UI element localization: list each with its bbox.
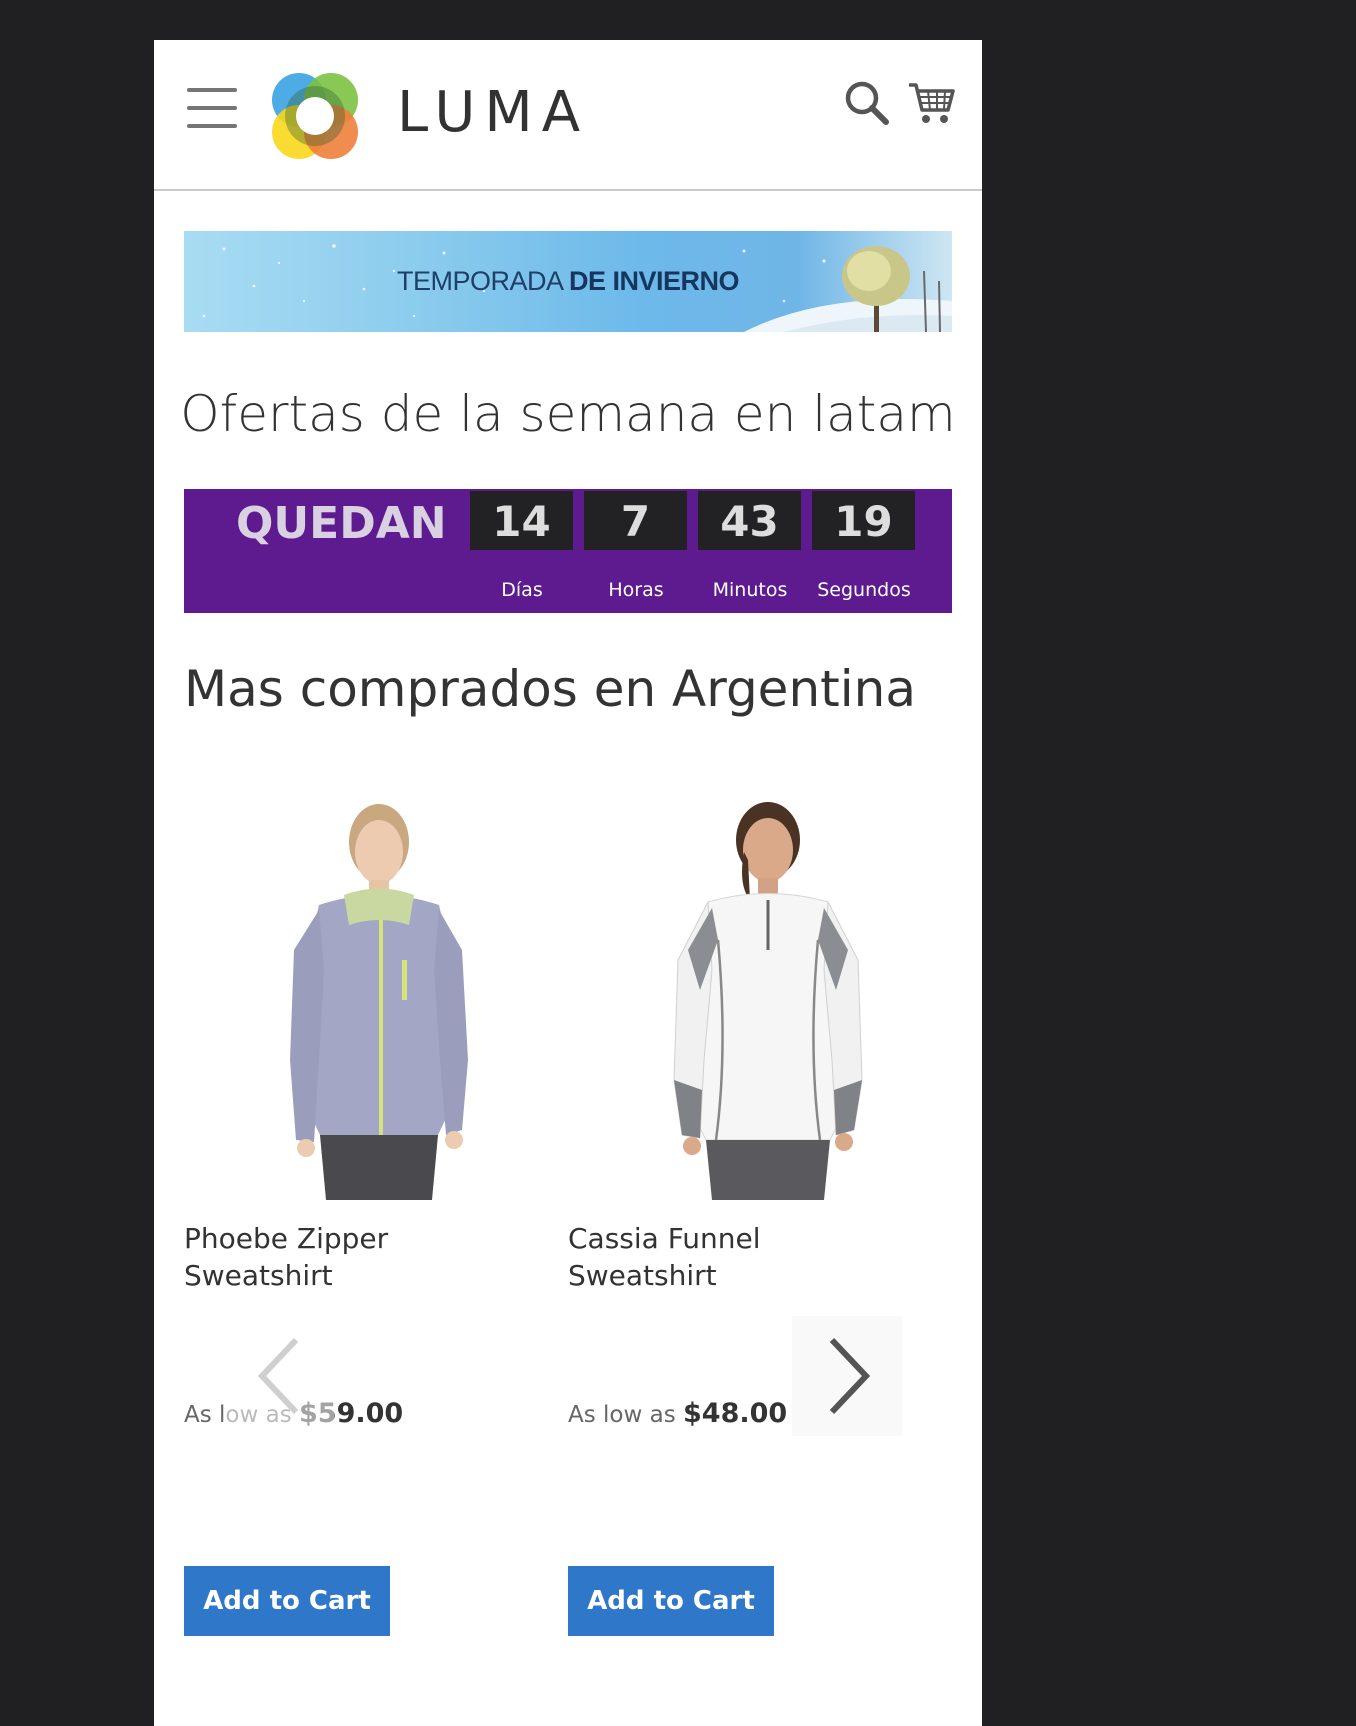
product-name[interactable]: Phoebe Zipper Sweatshirt [184,1220,514,1294]
product-image-cassia-sweatshirt[interactable] [608,790,928,1200]
product-name[interactable]: Cassia Funnel Sweatshirt [568,1220,898,1294]
best-sellers-title: Mas comprados en Argentina [184,660,916,718]
countdown-hours-label: Horas [608,579,664,601]
product-price: As low as $48.00 [568,1398,788,1429]
cart-icon[interactable] [907,80,955,126]
countdown-days-value: 14 [470,491,573,550]
countdown-seconds-label: Segundos [817,579,911,601]
product-card: Phoebe Zipper Sweatshirt As low as $59.0… [184,790,534,1640]
banner-headline: TEMPORADA DE INVIERNO [396,266,740,296]
add-to-cart-button[interactable]: Add to Cart [568,1566,774,1636]
countdown-hours-value: 7 [584,491,687,550]
countdown-lead: QUEDAN [236,498,447,549]
search-icon[interactable] [844,80,890,126]
countdown-minutes-value: 43 [698,491,801,550]
logo-text: LUMA [397,80,590,145]
mobile-viewport: LUMA TEMPORADA DE INVIERNO Ofertas de la… [154,40,982,1726]
countdown-minutes-label: Minutos [712,579,788,601]
product-image-phoebe-sweatshirt[interactable] [224,790,544,1200]
countdown-timer: QUEDAN 14 7 43 19 Días Horas Minutos Seg… [184,489,952,613]
add-to-cart-button[interactable]: Add to Cart [184,1566,390,1636]
countdown-seconds-value: 19 [812,491,915,550]
chevron-right-icon[interactable] [792,1316,902,1436]
chevron-left-icon[interactable] [224,1316,334,1436]
product-card: Cassia Funnel Sweatshirt As low as $48.0… [568,790,918,1640]
countdown-days-label: Días [501,579,543,601]
site-header: LUMA [154,40,982,191]
week-offers-title: Ofertas de la semana en latam [180,385,956,443]
winter-season-banner[interactable]: TEMPORADA DE INVIERNO [184,231,952,332]
hamburger-menu-icon[interactable] [187,88,237,128]
